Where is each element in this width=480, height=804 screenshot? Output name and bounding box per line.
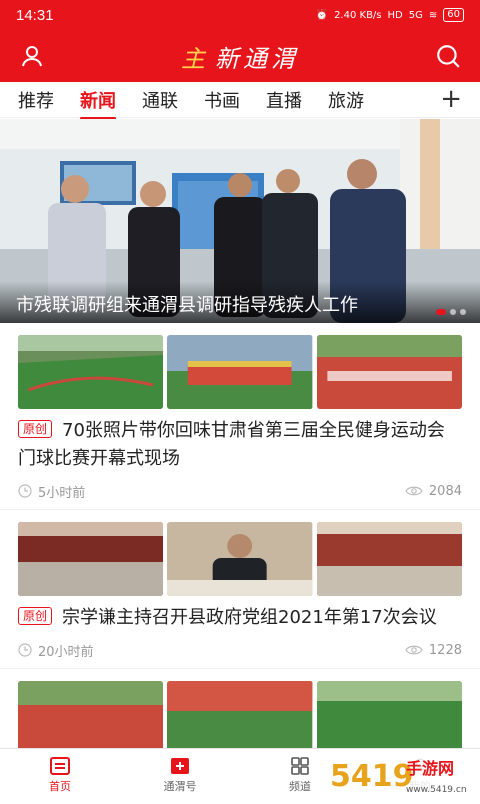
hd-icon: HD <box>387 9 403 21</box>
user-icon <box>22 46 42 67</box>
home-icon <box>50 756 70 775</box>
watermark-number: 5419 <box>330 759 414 794</box>
article-meta: 5小时前 2084 <box>18 473 462 509</box>
tab-calligraphy[interactable]: 书画 <box>204 87 240 113</box>
article-card[interactable] <box>0 669 480 755</box>
plus-square-icon <box>171 757 189 774</box>
article-views: 1228 <box>405 643 462 658</box>
article-thumbnail <box>18 681 164 755</box>
article-thumbnail <box>167 522 313 596</box>
nav-home[interactable]: 首页 <box>0 749 120 800</box>
clock-icon <box>18 643 32 657</box>
article-thumbnail <box>316 522 462 596</box>
search-icon <box>437 45 460 68</box>
banner-caption: 市残联调研组来通渭县调研指导残疾人工作 <box>0 281 480 323</box>
tab-live[interactable]: 直播 <box>266 87 302 113</box>
article-thumbnail <box>316 681 462 755</box>
carousel-indicator <box>436 309 466 315</box>
nav-home-label: 首页 <box>49 779 71 793</box>
app-logo-text: 新通渭 <box>215 44 299 73</box>
status-icons: ⏰ 2.40 KB/s HD 5G ≋ 60 <box>316 8 464 22</box>
app-logo-mark: 主 <box>181 44 209 73</box>
watermark-logo: 5419 手游网 www.5419.cn <box>326 750 476 798</box>
article-thumbnails <box>18 681 462 755</box>
article-meta: 20小时前 1228 <box>18 632 462 668</box>
carousel-dot <box>460 309 466 315</box>
eye-icon <box>405 645 423 655</box>
article-thumbnail <box>18 335 164 409</box>
nav-channels-label: 频道 <box>289 779 311 793</box>
tab-travel[interactable]: 旅游 <box>328 87 364 113</box>
battery-icon: 60 <box>443 8 464 22</box>
article-thumbnail <box>167 335 313 409</box>
status-time: 14:31 <box>16 6 54 24</box>
signal-label: 5G <box>408 9 423 21</box>
add-channel-button[interactable]: + <box>440 84 462 114</box>
article-thumbnail <box>18 522 164 596</box>
watermark-url: www.5419.cn <box>406 785 467 795</box>
app-logo: 主 新通渭 <box>181 39 299 74</box>
article-thumbnails <box>18 522 462 596</box>
category-tabs: 推荐 新闻 通联 书画 直播 旅游 + <box>0 82 480 120</box>
carousel-dot-active <box>436 309 446 315</box>
tab-tonglian[interactable]: 通联 <box>142 87 178 113</box>
nav-tongweihao-label: 通渭号 <box>163 779 197 793</box>
original-badge: 原创 <box>18 420 53 438</box>
article-thumbnails <box>18 335 462 409</box>
article-thumbnail <box>316 335 462 409</box>
watermark-text: 手游网 <box>406 759 454 778</box>
search-button[interactable] <box>434 42 462 70</box>
eye-icon <box>405 486 423 496</box>
nav-tongweihao[interactable]: 通渭号 <box>120 749 240 800</box>
banner-carousel[interactable]: 市残联调研组来通渭县调研指导残疾人工作 <box>0 119 480 323</box>
article-card[interactable]: 原创 70张照片带你回味甘肃省第三届全民健身运动会门球比赛开幕式现场 5小时前 2… <box>0 323 480 510</box>
grid-icon <box>291 756 309 775</box>
tab-news[interactable]: 新闻 <box>80 87 116 120</box>
net-speed: 2.40 KB/s <box>334 9 382 21</box>
original-badge: 原创 <box>18 607 53 625</box>
article-card[interactable]: 原创 宗学谦主持召开县政府党组2021年第17次会议 20小时前 1228 <box>0 510 480 669</box>
article-views: 2084 <box>405 484 462 499</box>
tab-recommend[interactable]: 推荐 <box>18 87 54 113</box>
article-thumbnail <box>167 681 313 755</box>
alarm-icon: ⏰ <box>315 9 329 21</box>
status-bar: 14:31 ⏰ 2.40 KB/s HD 5G ≋ 60 <box>0 0 480 30</box>
app-header: 主 新通渭 <box>0 30 480 82</box>
profile-button[interactable] <box>18 42 46 70</box>
article-title: 原创 宗学谦主持召开县政府党组2021年第17次会议 <box>18 604 462 632</box>
clock-icon <box>18 484 32 498</box>
article-title: 原创 70张照片带你回味甘肃省第三届全民健身运动会门球比赛开幕式现场 <box>18 420 445 469</box>
article-time: 20小时前 <box>18 641 94 660</box>
news-feed: 原创 70张照片带你回味甘肃省第三届全民健身运动会门球比赛开幕式现场 5小时前 2… <box>0 323 480 755</box>
wifi-icon: ≋ <box>428 9 438 21</box>
article-time: 5小时前 <box>18 482 85 501</box>
carousel-dot <box>450 309 456 315</box>
site-watermark: 5419 手游网 www.5419.cn <box>326 746 476 800</box>
